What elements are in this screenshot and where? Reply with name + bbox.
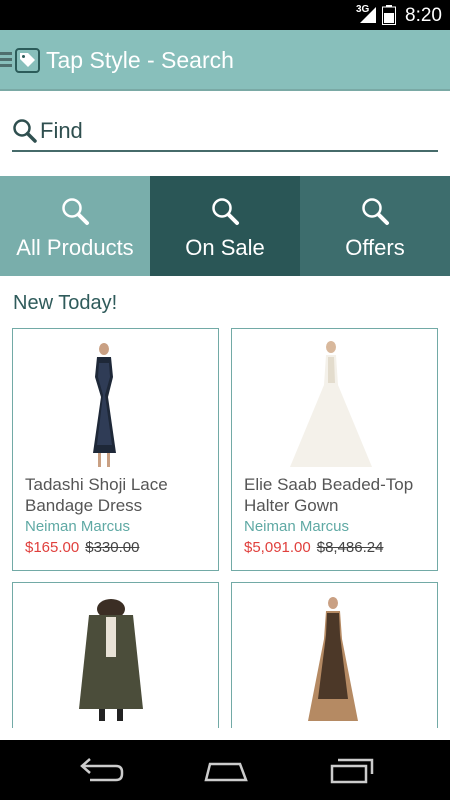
status-bar: 3G 8:20 <box>0 0 450 30</box>
product-image <box>79 599 143 721</box>
original-price: $8,486.24 <box>316 539 384 556</box>
clock: 8:20 <box>405 5 442 26</box>
product-name: Elie Saab Beaded-Top Halter Gown <box>244 475 414 515</box>
product-image <box>290 341 372 467</box>
product-store: Neiman Marcus <box>25 518 131 535</box>
sale-price: $5,091.00 <box>244 539 311 556</box>
search-icon <box>212 198 239 225</box>
product-image <box>93 343 116 467</box>
app-title: Tap Style - Search <box>46 47 234 73</box>
app-bar: Tap Style - Search <box>0 30 450 91</box>
tab-label: On Sale <box>185 235 265 260</box>
product-name: Tadashi Shoji Lace Bandage Dress <box>25 475 168 515</box>
drawer-menu-icon[interactable] <box>0 52 12 70</box>
product-store: Neiman Marcus <box>244 518 350 535</box>
product-card[interactable] <box>231 582 438 728</box>
product-prices: $5,091.00 $8,486.24 <box>244 539 383 556</box>
home-icon[interactable] <box>200 754 250 786</box>
product-prices: $165.00 $330.00 <box>25 539 139 556</box>
tab-all-products[interactable]: All Products <box>0 176 150 276</box>
system-nav-bar <box>0 740 450 800</box>
product-card[interactable] <box>12 582 219 728</box>
tag-logo-icon[interactable] <box>15 48 40 73</box>
search-icon <box>62 198 89 225</box>
product-image <box>308 597 358 721</box>
category-tabs: All Products On Sale Offers <box>0 176 450 276</box>
search-input[interactable] <box>40 116 430 146</box>
original-price: $330.00 <box>85 539 140 556</box>
section-title: New Today! <box>13 292 118 314</box>
back-icon[interactable] <box>76 754 126 786</box>
signal-icon <box>360 7 376 23</box>
sale-price: $165.00 <box>25 539 80 556</box>
product-card[interactable]: Tadashi Shoji Lace Bandage Dress Neiman … <box>12 328 219 571</box>
search-icon <box>13 119 37 143</box>
recents-icon[interactable] <box>326 754 376 786</box>
product-grid: Tadashi Shoji Lace Bandage Dress Neiman … <box>12 328 438 728</box>
battery-icon <box>382 5 396 25</box>
tab-on-sale[interactable]: On Sale <box>150 176 300 276</box>
search-icon <box>362 198 389 225</box>
product-card[interactable]: Elie Saab Beaded-Top Halter Gown Neiman … <box>231 328 438 571</box>
tab-label: All Products <box>16 235 134 260</box>
tab-offers[interactable]: Offers <box>300 176 450 276</box>
tab-label: Offers <box>345 235 405 260</box>
search-bar <box>12 112 438 152</box>
